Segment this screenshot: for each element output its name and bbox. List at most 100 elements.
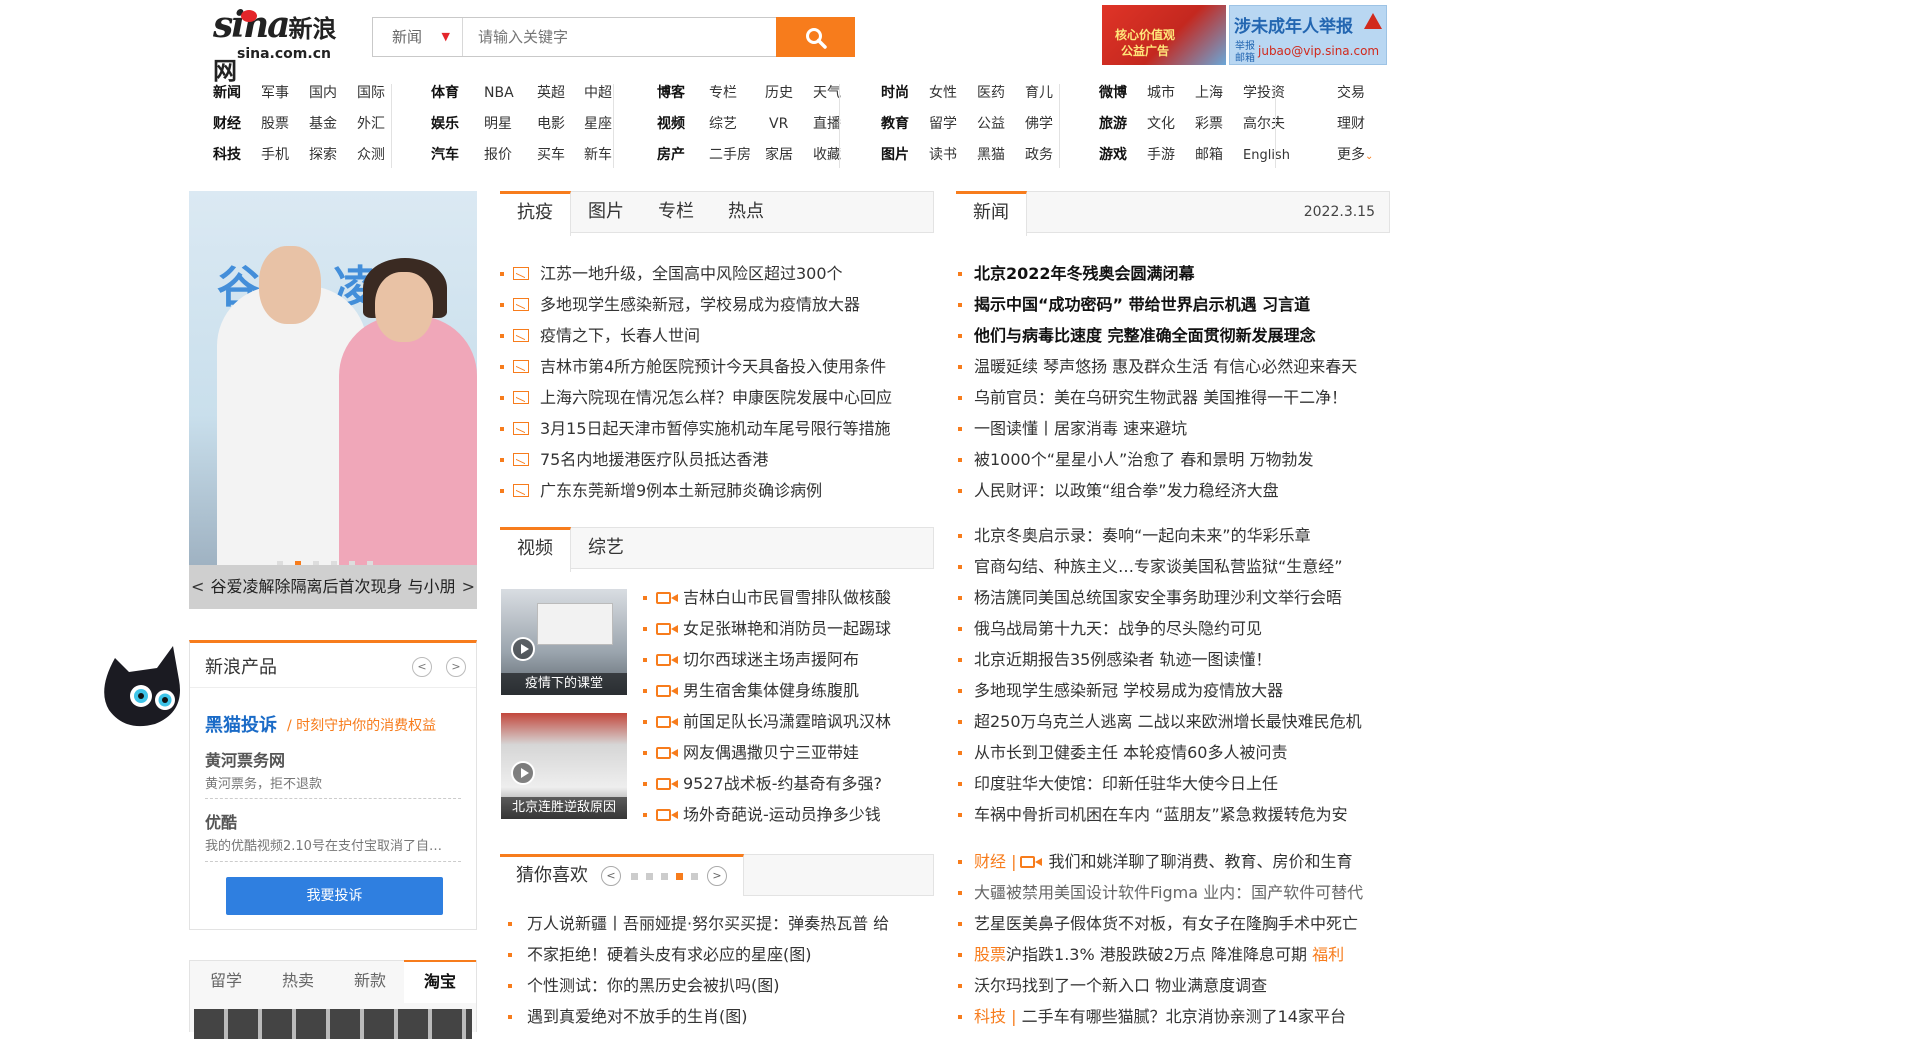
welfare-tag[interactable]: 福利 <box>1312 945 1344 964</box>
list-item[interactable]: 股票沪指跌1.3% 港股跌破2万点 降准降息可期 福利 <box>958 939 1398 970</box>
nav-link[interactable]: 医药 <box>977 80 1025 106</box>
more-link[interactable]: 更多⌄ <box>1337 142 1373 170</box>
slider-prev-button[interactable]: < <box>191 565 204 609</box>
nav-link[interactable]: 交易 <box>1337 80 1365 106</box>
category-tag[interactable]: 科技 | <box>974 1007 1016 1026</box>
pager-dot[interactable] <box>631 873 638 880</box>
tab-variety[interactable]: 综艺 <box>571 527 641 569</box>
complaint-brand-link[interactable]: 黑猫投诉 <box>205 711 277 737</box>
list-item[interactable]: 疫情之下，长春人世间 <box>500 320 934 351</box>
nav-link[interactable]: 邮箱 <box>1195 142 1243 168</box>
slider-caption[interactable]: 谷爱凌解除隔离后首次现身 与小朋 <box>210 577 455 596</box>
chevron-left-icon[interactable]: < <box>601 866 621 886</box>
category-tag[interactable]: 股票 <box>974 945 1006 964</box>
list-item[interactable]: 男生宿舍集体健身练腹肌 <box>643 675 943 706</box>
nav-link[interactable]: 体育 <box>431 80 484 106</box>
tab-pictures[interactable]: 图片 <box>571 191 641 233</box>
nav-link[interactable]: 留学 <box>929 111 977 137</box>
list-item[interactable]: 切尔西球迷主场声援阿布 <box>643 644 943 675</box>
nav-link[interactable]: 佛学 <box>1025 111 1053 137</box>
nav-link[interactable]: 国内 <box>309 80 357 106</box>
pager-dot-active[interactable] <box>676 873 683 880</box>
list-item[interactable]: 3月15日起天津市暂停实施机动车尾号限行等措施 <box>500 413 934 444</box>
nav-link[interactable]: 综艺 <box>709 111 765 137</box>
nav-link[interactable]: 文化 <box>1147 111 1195 137</box>
complaint-item-title[interactable]: 黄河票务网 <box>205 747 285 771</box>
list-item[interactable]: 北京冬奥启示录：奏响“一起向未来”的华彩乐章 <box>958 520 1390 551</box>
nav-link[interactable]: 手机 <box>261 142 309 168</box>
nav-link[interactable]: 二手房 <box>709 142 765 168</box>
search-button[interactable] <box>776 17 855 57</box>
nav-link[interactable]: 游戏 <box>1099 142 1147 168</box>
list-item[interactable]: 个性测试：你的黑历史会被扒吗(图) <box>508 970 938 1001</box>
pager-dot[interactable] <box>661 873 668 880</box>
list-item[interactable]: 车祸中骨折司机困在车内 “蓝朋友”紧急救援转危为安 <box>958 799 1390 830</box>
list-item[interactable]: 官商勾结、种族主义…专家谈美国私营监狱“生意经” <box>958 551 1390 582</box>
headline-item[interactable]: 北京2022年冬残奥会圆满闭幕 <box>958 258 1390 289</box>
headline-item[interactable]: 他们与病毒比速度 完整准确全面贯彻新发展理念 <box>958 320 1390 351</box>
list-item[interactable]: 多地现学生感染新冠，学校易成为疫情放大器 <box>500 289 934 320</box>
nav-link[interactable]: 中超 <box>584 80 612 106</box>
list-item[interactable]: 温暖延续 琴声悠扬 惠及群众生活 有信心必然迎来春天 <box>958 351 1390 382</box>
nav-link[interactable]: 城市 <box>1147 80 1195 106</box>
category-tag[interactable]: 财经 | <box>974 852 1016 871</box>
public-welfare-ad[interactable]: 核心价值观 公益广告 <box>1102 5 1226 65</box>
list-item[interactable]: 科技 | 二手车有哪些猫腻？北京消协亲测了14家平台 <box>958 1001 1398 1032</box>
shop-product-image[interactable] <box>194 1009 472 1039</box>
list-item[interactable]: 一图读懂丨居家消毒 速来避坑 <box>958 413 1390 444</box>
nav-link[interactable]: 视频 <box>657 111 709 137</box>
tab-epidemic[interactable]: 抗疫 <box>500 191 571 236</box>
nav-link[interactable]: 股票 <box>261 111 309 137</box>
nav-link[interactable]: 明星 <box>484 111 537 137</box>
list-item[interactable]: 超250万乌克兰人逃离 二战以来欧洲增长最快难民危机 <box>958 706 1390 737</box>
video-thumbnail[interactable]: 北京连胜逆敌原因 <box>501 713 627 819</box>
nav-link[interactable]: VR <box>765 111 813 137</box>
nav-link[interactable]: 直播 <box>813 111 841 137</box>
slider-next-button[interactable]: > <box>462 565 475 609</box>
list-item[interactable]: 9527战术板-约基奇有多强? <box>643 768 943 799</box>
list-item[interactable]: 上海六院现在情况怎么样？申康医院发展中心回应 <box>500 382 934 413</box>
black-cat-mascot-icon[interactable] <box>95 640 193 732</box>
list-item[interactable]: 人民财评：以政策“组合拳”发力稳经济大盘 <box>958 475 1390 506</box>
nav-link[interactable]: 新闻 <box>213 80 261 106</box>
file-complaint-button[interactable]: 我要投诉 <box>226 877 443 915</box>
nav-link[interactable]: 基金 <box>309 111 357 137</box>
list-item[interactable]: 广东东莞新增9例本土新冠肺炎确诊病例 <box>500 475 934 506</box>
list-item[interactable]: 遇到真爱绝对不放手的生肖(图) <box>508 1001 938 1032</box>
tab-taobao[interactable]: 淘宝 <box>404 960 476 1003</box>
list-item[interactable]: 被1000个“星星小人”治愈了 春和景明 万物勃发 <box>958 444 1390 475</box>
list-item[interactable]: 前国足队长冯潇霆暗讽巩汉林 <box>643 706 943 737</box>
list-item[interactable]: 不家拒绝！硬着头皮有求必应的星座(图) <box>508 939 938 970</box>
nav-link[interactable]: 微博 <box>1099 80 1147 106</box>
tab-news[interactable]: 新闻 <box>956 191 1027 236</box>
nav-link[interactable]: 国际 <box>357 80 385 106</box>
nav-link[interactable]: NBA <box>484 80 537 106</box>
nav-link[interactable]: 财经 <box>213 111 261 137</box>
nav-link[interactable]: 众测 <box>357 142 385 168</box>
pager-dot[interactable] <box>691 873 698 880</box>
nav-link[interactable]: 汽车 <box>431 142 484 168</box>
list-item[interactable]: 大疆被禁用美国设计软件Figma 业内：国产软件可替代 <box>958 877 1398 908</box>
pager-dot[interactable] <box>646 873 653 880</box>
nav-link[interactable]: 公益 <box>977 111 1025 137</box>
tab-video[interactable]: 视频 <box>500 527 571 572</box>
nav-link[interactable]: 高尔夫 <box>1243 111 1285 137</box>
tab-hot-sale[interactable]: 热卖 <box>262 961 334 1002</box>
nav-link[interactable]: 黑猫 <box>977 142 1025 168</box>
video-thumbnail[interactable]: 疫情下的课堂 <box>501 589 627 695</box>
nav-link[interactable]: 外汇 <box>357 111 385 137</box>
nav-link[interactable]: 理财 <box>1337 111 1365 137</box>
list-item[interactable]: 吉林市第4所方舱医院预计今天具备投入使用条件 <box>500 351 934 382</box>
photo-slider[interactable]: 谷爱凌慈善 < 谷爱凌解除隔离后首次现身 与小朋 > <box>189 191 477 609</box>
report-ad[interactable]: 涉未成年人举报 举报 邮箱 jubao@vip.sina.com <box>1229 5 1387 65</box>
nav-link[interactable]: 电影 <box>537 111 584 137</box>
nav-link[interactable]: 旅游 <box>1099 111 1147 137</box>
list-item[interactable]: 从市长到卫健委主任 本轮疫情60多人被问责 <box>958 737 1390 768</box>
nav-link[interactable]: 上海 <box>1195 80 1243 106</box>
nav-link[interactable]: 时尚 <box>881 80 929 106</box>
nav-link[interactable]: 新车 <box>584 142 612 168</box>
nav-link[interactable]: English <box>1243 143 1290 169</box>
nav-link[interactable]: 博客 <box>657 80 709 106</box>
nav-link[interactable]: 女性 <box>929 80 977 106</box>
nav-link[interactable]: 专栏 <box>709 80 765 106</box>
